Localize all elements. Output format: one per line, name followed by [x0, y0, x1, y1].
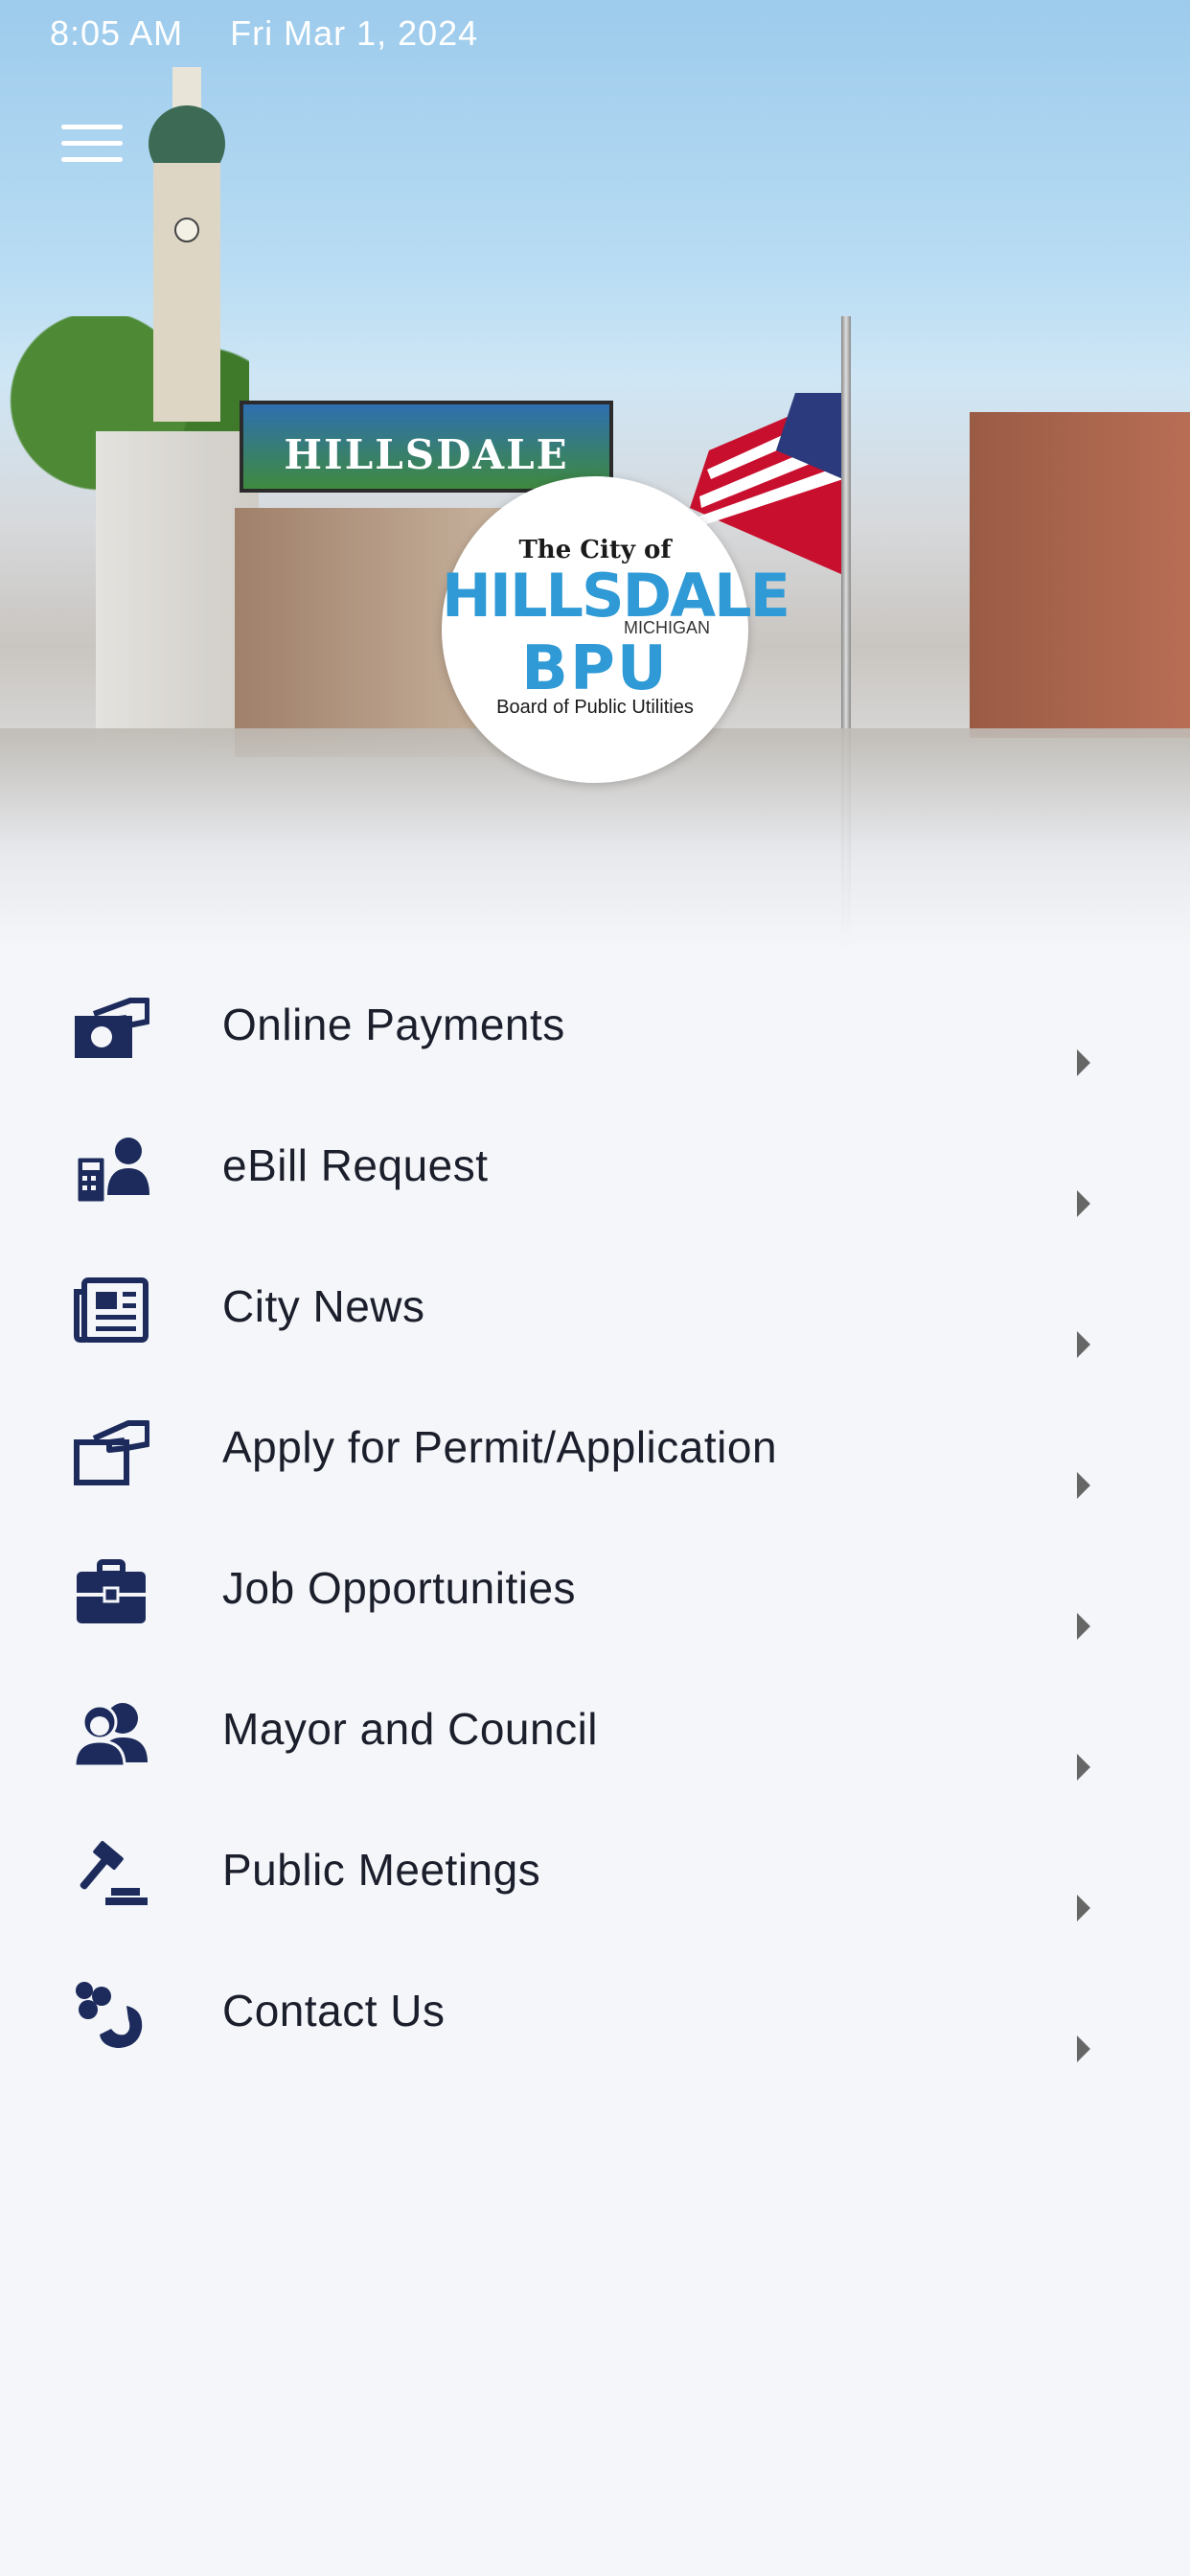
menu-item-ebill-request[interactable]: eBill Request [0, 1099, 1190, 1240]
chevron-right-icon [1077, 1754, 1090, 1781]
menu-item-label: Public Meetings [222, 1845, 541, 1895]
hamburger-line [61, 157, 123, 162]
menu-item-contact-us[interactable]: Contact Us [0, 1944, 1190, 2085]
status-time: 8:05 AM [50, 13, 184, 53]
chevron-right-icon [1077, 1472, 1090, 1499]
chevron-right-icon [1077, 1331, 1090, 1358]
building-right [970, 412, 1190, 738]
hamburger-line [61, 141, 123, 146]
phone-people-icon [76, 1982, 143, 2048]
city-logo: The City of HILLSDALE MICHIGAN BPU Board… [442, 476, 790, 783]
hero-banner: HILLSDALE The City of HILLSDALE MICHIGAN… [0, 0, 1190, 951]
logo-text-bpu: BPU [521, 633, 669, 704]
menu-item-label: Job Opportunities [222, 1563, 577, 1613]
status-date: Fri Mar 1, 2024 [230, 13, 479, 53]
gavel-icon [80, 1841, 148, 1905]
hamburger-line [61, 125, 123, 129]
menu-item-mayor-council[interactable]: Mayor and Council [0, 1663, 1190, 1804]
hamburger-menu-button[interactable] [61, 125, 123, 167]
menu-item-city-news[interactable]: City News [0, 1240, 1190, 1381]
menu-item-apply-permit[interactable]: Apply for Permit/Application [0, 1381, 1190, 1522]
menu-item-job-opportunities[interactable]: Job Opportunities [0, 1522, 1190, 1663]
chevron-right-icon [1077, 1613, 1090, 1640]
menu-item-label: Contact Us [222, 1986, 446, 2036]
menu-item-online-payments[interactable]: Online Payments [0, 958, 1190, 1099]
menu-item-label: Apply for Permit/Application [222, 1422, 778, 1472]
menu-list: Online Payments eBill Request City News [0, 958, 1190, 2085]
clock-tower [149, 67, 225, 422]
hand-document-icon [74, 1420, 149, 1485]
menu-item-label: City News [222, 1281, 425, 1331]
newspaper-icon [74, 1277, 149, 1343]
billboard: HILLSDALE [240, 401, 613, 493]
status-bar: 8:05 AM Fri Mar 1, 2024 [50, 13, 515, 54]
people-icon [73, 1703, 148, 1768]
chevron-right-icon [1077, 1049, 1090, 1076]
calculator-user-icon [75, 1138, 149, 1205]
chevron-right-icon [1077, 2036, 1090, 2062]
briefcase-icon [77, 1559, 146, 1623]
chevron-right-icon [1077, 1190, 1090, 1217]
payment-hand-icon [75, 998, 149, 1058]
menu-item-public-meetings[interactable]: Public Meetings [0, 1804, 1190, 1944]
logo-text-board: Board of Public Utilities [496, 697, 694, 718]
menu-item-label: Mayor and Council [222, 1704, 599, 1754]
chevron-right-icon [1077, 1895, 1090, 1921]
menu-item-label: eBill Request [222, 1140, 489, 1190]
menu-item-label: Online Payments [222, 1000, 565, 1049]
billboard-text: HILLSDALE [284, 431, 569, 478]
